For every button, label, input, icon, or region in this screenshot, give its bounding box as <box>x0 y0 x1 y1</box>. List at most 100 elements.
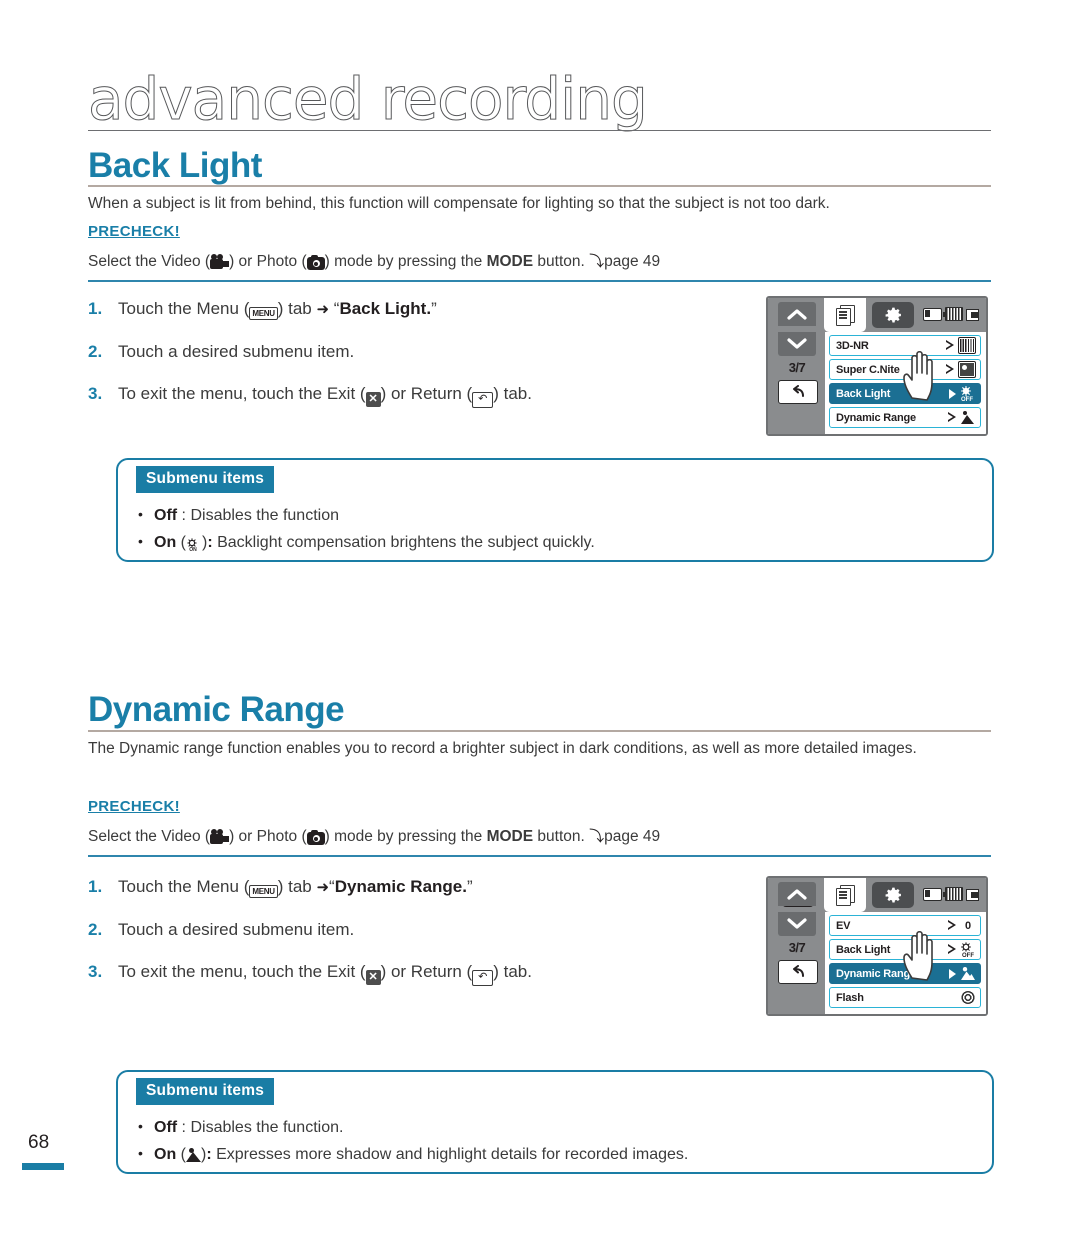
gear-icon[interactable] <box>872 882 914 908</box>
scroll-down-button[interactable] <box>778 332 816 356</box>
cnite-icon <box>958 361 976 378</box>
step-1-2: 2. Touch a desired submenu item. <box>88 341 708 363</box>
return-button[interactable] <box>778 380 818 404</box>
menu-row-3dnr[interactable]: 3D-NR <box>829 335 981 356</box>
step-text: To exit the menu, touch the Exit ( <box>118 962 366 981</box>
step-number: 3. <box>88 384 103 403</box>
precheck-divider-2 <box>88 855 991 857</box>
precheck-mid-2: ) or Photo ( <box>229 828 307 845</box>
step-bold-term: Dynamic Range. <box>334 877 467 896</box>
section-divider-2 <box>88 730 991 732</box>
menu-chip-icon: MENU <box>249 307 278 320</box>
menu-row-back-light[interactable]: Back Light OFF <box>829 939 981 960</box>
svg-text:OFF: OFF <box>961 397 973 401</box>
chapter-divider <box>88 130 991 131</box>
submenu-item-off: Off : Disables the function <box>136 501 595 529</box>
submenu-list-1: Off : Disables the function On (ON): Bac… <box>136 501 595 556</box>
scroll-up-button[interactable] <box>778 302 816 326</box>
step-number: 3. <box>88 962 103 981</box>
card-icon <box>966 308 980 321</box>
lcd-menu-list-1: 3D-NR Super C.Nite Back Light OFF Dynami… <box>825 332 986 434</box>
photo-camera-icon <box>306 255 325 270</box>
manual-page: advanced recording Back Light When a sub… <box>0 0 1080 1235</box>
mode-button-label-1: MODE <box>486 253 534 270</box>
submenu-item-desc: Expresses more shadow and highlight deta… <box>216 1146 689 1163</box>
precheck-label-1: PRECHECK! <box>88 223 180 240</box>
steps-list-2: 1. Touch the Menu (MENU) tab ➜“Dynamic Ra… <box>88 876 728 1006</box>
step-2-2: 2. Touch a desired submenu item. <box>88 919 728 941</box>
arrow-right-icon: ➜ <box>316 879 330 896</box>
chevron-right-icon <box>946 364 954 375</box>
submenu-box-2: Submenu items Off : Disables the functio… <box>116 1070 994 1174</box>
chevron-right-icon <box>949 968 956 979</box>
page-arrow-icon-1: ⤵ <box>589 253 605 270</box>
step-text-tail: ) tab. <box>493 962 532 981</box>
submenu-item-term: Off <box>154 1119 178 1136</box>
submenu-badge-1: Submenu items <box>136 466 275 493</box>
chevron-right-icon <box>948 412 956 423</box>
precheck-after-2: ) mode by pressing the <box>324 828 487 845</box>
battery-icon <box>923 307 945 321</box>
page-number-bar <box>22 1163 64 1170</box>
step-text-tail: ” <box>466 877 473 896</box>
step-text-mid: ) or Return ( <box>380 962 473 981</box>
menu-row-ev[interactable]: EV 0 <box>829 915 981 936</box>
menu-row-back-light[interactable]: Back Light OFF <box>829 383 981 404</box>
menu-row-super-cnite[interactable]: Super C.Nite <box>829 359 981 380</box>
arrow-right-icon: ➜ <box>316 301 330 318</box>
tape-icon <box>945 307 963 321</box>
tape-icon <box>945 887 963 901</box>
step-bold-term: Back Light. <box>339 299 432 318</box>
section-divider-1 <box>88 185 991 187</box>
dynamic-range-icon <box>186 1148 201 1162</box>
chapter-title: advanced recording <box>88 65 993 133</box>
precheck-before-1: Select the Video ( <box>88 253 211 270</box>
menu-row-label: Back Light <box>836 387 891 400</box>
menu-row-right <box>949 966 976 981</box>
step-text: Touch a desired submenu item. <box>118 342 355 361</box>
chapter-title-text: advanced recording <box>88 65 649 133</box>
return-icon: ↶ <box>472 392 494 408</box>
menu-row-right <box>946 361 976 378</box>
precheck-text-1: Select the Video () or Photo () mode by … <box>88 250 993 274</box>
submenu-item-off: Off : Disables the function. <box>136 1113 688 1141</box>
menu-row-label: Dynamic Range <box>836 411 916 424</box>
menu-pages-icon[interactable] <box>824 298 866 332</box>
menu-row-right: OFF <box>948 942 976 957</box>
step-text: Touch the Menu ( <box>118 877 250 896</box>
submenu-sep: : <box>206 1146 217 1163</box>
menu-row-right: OFF <box>949 386 976 401</box>
backlight-off-icon: OFF <box>960 942 976 957</box>
page-number: 68 <box>28 1132 50 1153</box>
menu-row-dynamic-range[interactable]: Dynamic Range <box>829 963 981 984</box>
precheck-page-1: page 49 <box>604 253 661 270</box>
backlight-on-icon: ON <box>186 538 202 553</box>
step-number: 1. <box>88 299 103 318</box>
step-number: 2. <box>88 920 103 939</box>
submenu-item-desc: Disables the function <box>190 507 339 524</box>
step-2-1: 1. Touch the Menu (MENU) tab ➜“Dynamic Ra… <box>88 876 728 899</box>
chevron-right-icon <box>946 340 954 351</box>
step-text: To exit the menu, touch the Exit ( <box>118 384 366 403</box>
submenu-list-2: Off : Disables the function. On (): Expr… <box>136 1113 689 1168</box>
step-text-mid: ) tab <box>277 299 317 318</box>
step-number: 2. <box>88 342 103 361</box>
section-intro-1: When a subject is lit from behind, this … <box>88 195 830 212</box>
menu-row-label: EV <box>836 919 851 932</box>
menu-row-flash[interactable]: Flash <box>829 987 981 1008</box>
scroll-up-button[interactable] <box>778 882 816 906</box>
step-text-mid: ) tab <box>277 877 317 896</box>
menu-pages-icon[interactable] <box>824 878 866 912</box>
step-text: Touch the Menu ( <box>118 299 250 318</box>
gear-icon[interactable] <box>872 302 914 328</box>
return-button[interactable] <box>778 960 818 984</box>
menu-row-dynamic-range[interactable]: Dynamic Range <box>829 407 981 428</box>
scroll-down-button[interactable] <box>778 912 816 936</box>
menu-row-label: Back Light <box>836 943 891 956</box>
menu-row-right: 0 <box>948 920 976 932</box>
step-text-post: “ <box>329 299 340 318</box>
step-text-mid: ) or Return ( <box>380 384 473 403</box>
menu-chip-icon: MENU <box>249 885 278 898</box>
return-icon: ↶ <box>472 970 494 986</box>
photo-camera-icon <box>306 830 325 845</box>
